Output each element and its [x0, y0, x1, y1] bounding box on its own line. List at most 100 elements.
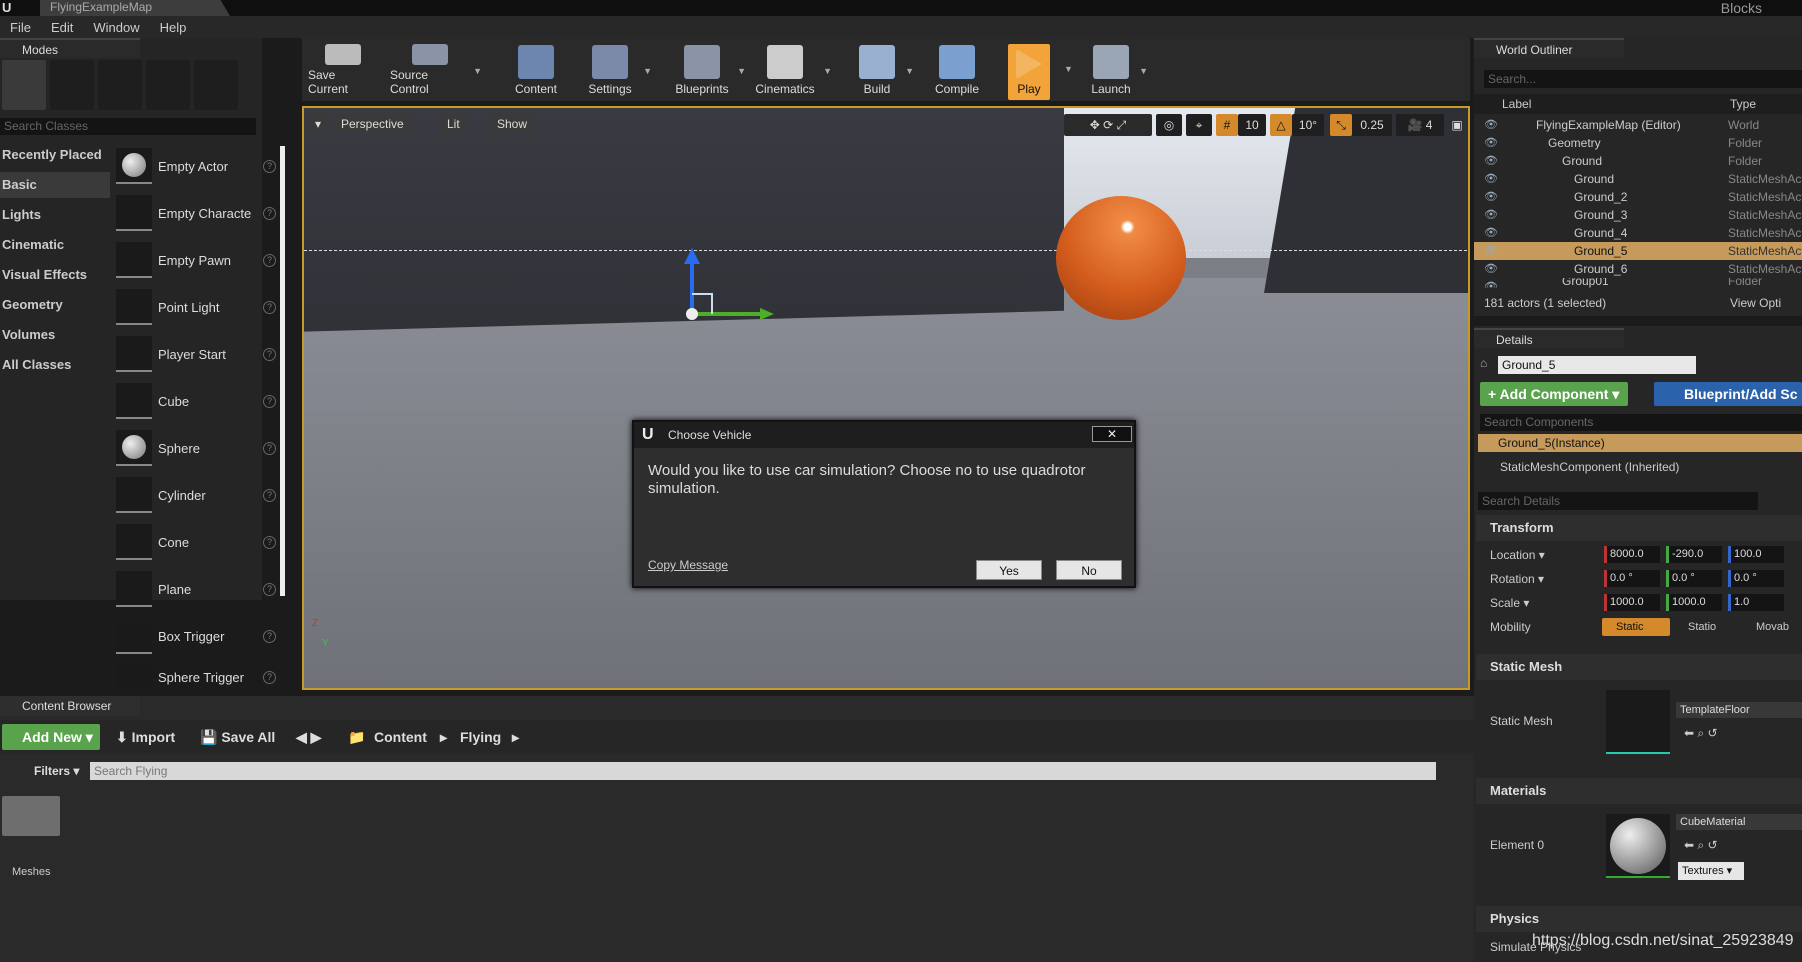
search-details-input[interactable]: Search Details	[1478, 492, 1758, 510]
grid-snap-value[interactable]: 10	[1238, 114, 1266, 136]
menu-window[interactable]: Window	[83, 20, 149, 35]
category-visual-effects[interactable]: Visual Effects	[0, 262, 110, 288]
copy-message-link[interactable]: Copy Message	[648, 558, 728, 572]
static-mesh-section[interactable]: Static Mesh	[1476, 654, 1802, 680]
maximize-viewport-icon[interactable]: ▣	[1448, 114, 1466, 136]
outliner-row[interactable]: 👁 Ground_3 StaticMeshActor	[1474, 206, 1802, 224]
level-viewport[interactable]: Z Y ▾ Perspective Lit Show ✥ ⟳ ⤢ ◎ ⌖ # 1…	[302, 106, 1470, 690]
place-item-box-trigger[interactable]: Box Trigger?	[116, 616, 276, 656]
chevron-right-icon[interactable]: ▸	[512, 724, 519, 750]
menu-file[interactable]: File	[0, 20, 41, 35]
place-item-plane[interactable]: Plane?	[116, 569, 276, 609]
dropdown-arrow-icon[interactable]: ▼	[1139, 66, 1148, 76]
no-button[interactable]: No	[1056, 560, 1122, 580]
outliner-row[interactable]: 👁 Ground Folder	[1474, 152, 1802, 170]
save-current-button[interactable]: Save Current	[308, 44, 378, 100]
static-mesh-asset[interactable]: TemplateFloor	[1676, 702, 1802, 718]
search-classes-input[interactable]: Search Classes	[0, 118, 256, 135]
asset-browse-icons[interactable]: ⬅ ⌕ ↺	[1684, 726, 1718, 741]
help-icon[interactable]: ?	[263, 253, 276, 267]
physics-section[interactable]: Physics	[1476, 906, 1802, 932]
history-nav-arrows[interactable]: ◀ ▶	[296, 724, 321, 750]
mobility-static-button[interactable]: Static	[1602, 618, 1670, 636]
outliner-row[interactable]: 👁 Ground StaticMeshActor	[1474, 170, 1802, 188]
meshes-folder-icon[interactable]	[2, 796, 60, 836]
details-tab[interactable]: Details	[1474, 328, 1624, 348]
eye-icon[interactable]: 👁	[1484, 260, 1498, 278]
place-item-empty-actor[interactable]: Empty Actor?	[116, 146, 276, 186]
content-search-input[interactable]: Search Flying	[90, 762, 1436, 780]
outliner-search-input[interactable]: Search...	[1484, 70, 1802, 88]
outliner-row[interactable]: 👁 FlyingExampleMap (Editor) World	[1474, 116, 1802, 134]
help-icon[interactable]: ?	[263, 535, 276, 549]
place-item-sphere-trigger[interactable]: Sphere Trigger?	[116, 663, 276, 691]
world-local-icon[interactable]: ◎	[1156, 114, 1182, 136]
perspective-button[interactable]: Perspective	[334, 114, 411, 134]
compile-button[interactable]: Compile	[930, 44, 984, 100]
scale-snap-icon[interactable]: ⤡	[1330, 114, 1352, 136]
add-new-button[interactable]: Add New ▾	[2, 724, 100, 750]
mobility-movable-button[interactable]: Movab	[1742, 618, 1802, 636]
outliner-row[interactable]: 👁 Ground_4 StaticMeshActor	[1474, 224, 1802, 242]
help-icon[interactable]: ?	[263, 441, 276, 455]
menu-help[interactable]: Help	[150, 20, 197, 35]
outliner-row[interactable]: 👁 Ground_2 StaticMeshActor	[1474, 188, 1802, 206]
orange-sphere[interactable]	[1056, 196, 1186, 320]
category-lights[interactable]: Lights	[0, 202, 110, 228]
view-options-button[interactable]: View Opti	[1730, 296, 1781, 310]
help-icon[interactable]: ?	[263, 159, 276, 173]
rotation-label[interactable]: Rotation ▾	[1490, 572, 1544, 586]
folder-label[interactable]: Meshes	[12, 866, 51, 878]
place-item-point-light[interactable]: Point Light?	[116, 287, 276, 327]
place-item-cube[interactable]: Cube?	[116, 381, 276, 421]
eye-icon[interactable]: 👁	[1484, 170, 1498, 188]
category-cinematic[interactable]: Cinematic	[0, 232, 110, 258]
outliner-row[interactable]: 👁 Ground_6 StaticMeshActor	[1474, 260, 1802, 278]
asset-browse-icons[interactable]: ⬅ ⌕ ↺	[1684, 838, 1718, 853]
build-button[interactable]: Build ▼	[852, 44, 914, 100]
paint-mode-icon[interactable]	[50, 60, 94, 110]
eye-icon[interactable]: 👁	[1484, 278, 1498, 288]
level-tab[interactable]: FlyingExampleMap	[40, 0, 230, 16]
dropdown-arrow-icon[interactable]: ▼	[823, 66, 832, 76]
scale-snap-value[interactable]: 0.25	[1352, 114, 1392, 136]
outliner-row-selected[interactable]: 👁 Ground_5 StaticMeshActor	[1474, 242, 1802, 260]
eye-icon[interactable]: 👁	[1484, 206, 1498, 224]
cinematics-button[interactable]: Cinematics ▼	[750, 44, 832, 100]
source-control-button[interactable]: Source Control ▼	[390, 44, 482, 100]
mobility-stationary-button[interactable]: Statio	[1674, 618, 1738, 636]
help-icon[interactable]: ?	[263, 629, 276, 643]
dropdown-arrow-icon[interactable]: ▼	[905, 66, 914, 76]
transform-gizmo[interactable]	[674, 248, 774, 348]
rotation-z-field[interactable]: 0.0 °	[1728, 570, 1784, 587]
surface-snap-icon[interactable]: ⌖	[1186, 114, 1212, 136]
outliner-row[interactable]: 👁 Group01 Folder	[1474, 278, 1802, 288]
place-scrollbar[interactable]	[280, 146, 285, 596]
type-column-header[interactable]: Type	[1730, 94, 1756, 114]
camera-speed[interactable]: 🎥 4	[1396, 114, 1444, 136]
dropdown-arrow-icon[interactable]: ▼	[737, 66, 746, 76]
category-geometry[interactable]: Geometry	[0, 292, 110, 318]
geometry-mode-icon[interactable]	[194, 60, 238, 110]
help-icon[interactable]: ?	[263, 300, 276, 314]
landscape-mode-icon[interactable]	[98, 60, 142, 110]
viewport-options-button[interactable]: ▾	[308, 114, 328, 134]
location-y-field[interactable]: -290.0	[1666, 546, 1722, 563]
content-button[interactable]: Content	[506, 44, 566, 100]
menu-edit[interactable]: Edit	[41, 20, 83, 35]
scale-label[interactable]: Scale ▾	[1490, 596, 1529, 610]
show-button[interactable]: Show	[490, 114, 535, 134]
category-volumes[interactable]: Volumes	[0, 322, 110, 348]
location-label[interactable]: Location ▾	[1490, 548, 1545, 562]
help-icon[interactable]: ?	[263, 206, 276, 220]
component-instance-row[interactable]: Ground_5(Instance)	[1478, 434, 1802, 452]
blueprints-button[interactable]: Blueprints ▼	[670, 44, 746, 100]
lit-button[interactable]: Lit	[440, 114, 467, 134]
blueprint-add-script-button[interactable]: Blueprint/Add Sc	[1654, 382, 1802, 406]
eye-icon[interactable]: 👁	[1484, 242, 1498, 260]
place-mode-icon[interactable]	[2, 60, 46, 110]
add-component-button[interactable]: + Add Component ▾	[1480, 382, 1628, 406]
materials-section[interactable]: Materials	[1476, 778, 1802, 804]
dialog-close-button[interactable]: ✕	[1092, 426, 1132, 442]
dropdown-arrow-icon[interactable]: ▼	[643, 66, 652, 76]
